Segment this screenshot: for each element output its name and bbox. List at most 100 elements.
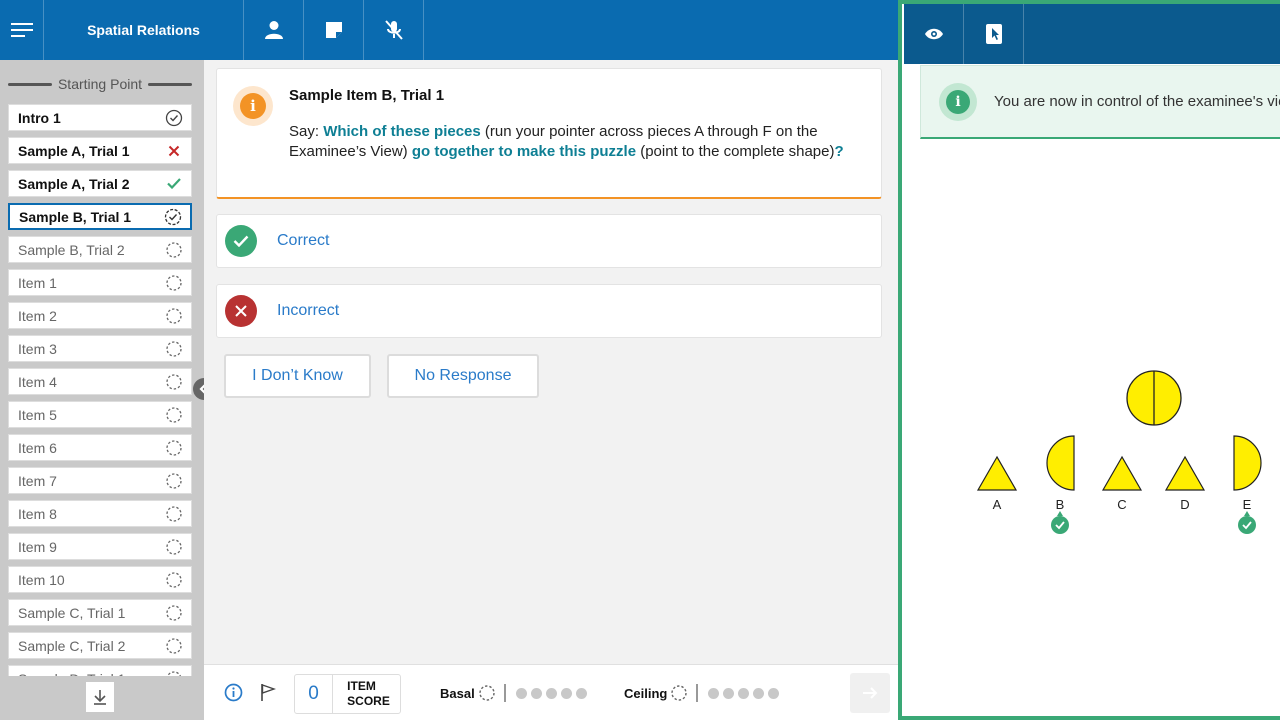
sidebar-item[interactable]: Item 5 [8, 401, 192, 428]
sidebar-item[interactable]: Item 2 [8, 302, 192, 329]
sidebar-item[interactable]: Item 6 [8, 434, 192, 461]
ceiling-indicator: Ceiling [624, 684, 783, 702]
pending-circle-icon [165, 373, 183, 391]
in-progress-icon [164, 208, 182, 226]
x-circle-icon [225, 295, 257, 327]
sidebar-item-label: Item 7 [18, 472, 57, 489]
check-circle-icon [165, 109, 183, 127]
sidebar-item[interactable]: Item 8 [8, 500, 192, 527]
sidebar-item-label: Item 1 [18, 274, 57, 291]
sidebar-item[interactable]: Item 7 [8, 467, 192, 494]
piece-label: A [993, 497, 1002, 512]
info-button[interactable] [224, 683, 243, 702]
next-button[interactable] [850, 673, 890, 713]
item-score-label: ITEM SCORE [333, 675, 400, 713]
sidebar-item-label: Sample C, Trial 1 [18, 604, 126, 621]
item-list[interactable]: Intro 1 Sample A, Trial 1 Sample A, Trial … [8, 104, 192, 676]
menu-icon [10, 23, 33, 37]
sidebar-item[interactable]: Sample A, Trial 1 [8, 137, 192, 164]
no-response-button[interactable]: No Response [387, 354, 539, 398]
basal-indicator: Basal [440, 684, 591, 702]
pending-circle-icon [165, 571, 183, 589]
puzzle-piece-d[interactable]: D [1164, 455, 1206, 512]
pending-circle-icon [479, 685, 495, 701]
ceiling-dot [768, 687, 780, 699]
item-score-label-2: SCORE [347, 694, 390, 708]
download-icon [94, 690, 106, 705]
prompt-highlight-3: ? [834, 143, 844, 160]
sidebar-item[interactable]: Item 10 [8, 566, 192, 593]
sidebar-item[interactable]: Sample C, Trial 1 [8, 599, 192, 626]
prompt-card: i Sample Item B, Trial 1 Say: Which of t… [216, 68, 882, 199]
dont-know-button[interactable]: I Don’t Know [224, 354, 371, 398]
ceiling-dot [738, 687, 750, 699]
sidebar-item-label: Item 6 [18, 439, 57, 456]
flag-button[interactable] [260, 683, 276, 702]
examinee-view-panel: i You are now in control of the examinee… [898, 0, 1280, 720]
menu-button[interactable] [0, 0, 44, 60]
sidebar-item[interactable]: Intro 1 [8, 104, 192, 131]
main-panel: i Sample Item B, Trial 1 Say: Which of t… [204, 60, 898, 664]
incorrect-label: Incorrect [277, 302, 340, 319]
sidebar-item[interactable]: Sample D, Trial 1 [8, 665, 192, 676]
prompt-text-2: (point to the complete shape) [636, 143, 835, 160]
download-button[interactable] [86, 682, 114, 712]
item-score-value: 0 [295, 675, 333, 713]
sidebar-item[interactable]: Item 3 [8, 335, 192, 362]
sidebar-item[interactable]: Item 4 [8, 368, 192, 395]
piece-label: E [1243, 497, 1252, 512]
basal-dot [575, 687, 587, 699]
page-title: Spatial Relations [44, 0, 244, 60]
sidebar-item[interactable]: Sample B, Trial 2 [8, 236, 192, 263]
selected-check-icon [1051, 511, 1069, 534]
say-label: Say: [289, 123, 324, 140]
piece-label: C [1117, 497, 1126, 512]
pending-circle-icon [165, 406, 183, 424]
check-circle-icon [225, 225, 257, 257]
pending-circle-icon [165, 241, 183, 259]
x-icon [165, 142, 183, 160]
correct-label: Correct [277, 232, 330, 249]
sidebar-item-label: Sample A, Trial 1 [18, 142, 130, 159]
sidebar-item-label: Intro 1 [18, 109, 61, 126]
pending-circle-icon [165, 439, 183, 457]
sidebar-item-label: Sample B, Trial 2 [18, 241, 125, 258]
pending-circle-icon [671, 685, 688, 701]
prompt-highlight-1: Which of these pieces [323, 123, 481, 140]
sidebar-item-label: Item 8 [18, 505, 57, 522]
piece-label: B [1056, 497, 1065, 512]
person-icon [264, 21, 283, 39]
puzzle-piece-b[interactable]: B [1046, 435, 1075, 534]
incorrect-option[interactable]: Incorrect [216, 284, 882, 338]
basal-dot [530, 687, 542, 699]
puzzle-piece-c[interactable]: C [1101, 455, 1143, 512]
sidebar-item-label: Item 2 [18, 307, 57, 324]
ceiling-dot [708, 687, 720, 699]
sidebar-item[interactable]: Sample B, Trial 1 [8, 203, 192, 230]
microphone-button[interactable] [364, 0, 424, 60]
correct-option[interactable]: Correct [216, 214, 882, 268]
arrow-right-icon [863, 687, 878, 699]
sidebar-item-label: Item 5 [18, 406, 57, 423]
puzzle-piece-e[interactable]: E [1233, 435, 1262, 534]
sidebar-item-label: Item 9 [18, 538, 57, 555]
pending-circle-icon [165, 274, 183, 292]
note-icon [325, 22, 342, 38]
puzzle-stimulus: A B C D E [976, 370, 1262, 534]
sidebar-item[interactable]: Sample A, Trial 2 [8, 170, 192, 197]
sidebar-item[interactable]: Item 9 [8, 533, 192, 560]
pending-circle-icon [165, 637, 183, 655]
notes-button[interactable] [304, 0, 364, 60]
puzzle-piece-a[interactable]: A [976, 455, 1018, 512]
ceiling-label: Ceiling [624, 685, 668, 701]
sidebar-item-label: Item 3 [18, 340, 57, 357]
basal-label: Basal [440, 685, 475, 701]
starting-point-label: Starting Point [57, 76, 143, 92]
ceiling-dot [753, 687, 765, 699]
sidebar-footer [0, 676, 204, 720]
examinee-info-button[interactable] [244, 0, 304, 60]
basal-dot [545, 687, 557, 699]
sidebar-item-label: Item 10 [18, 571, 65, 588]
sidebar-item[interactable]: Item 1 [8, 269, 192, 296]
sidebar-item[interactable]: Sample C, Trial 2 [8, 632, 192, 659]
